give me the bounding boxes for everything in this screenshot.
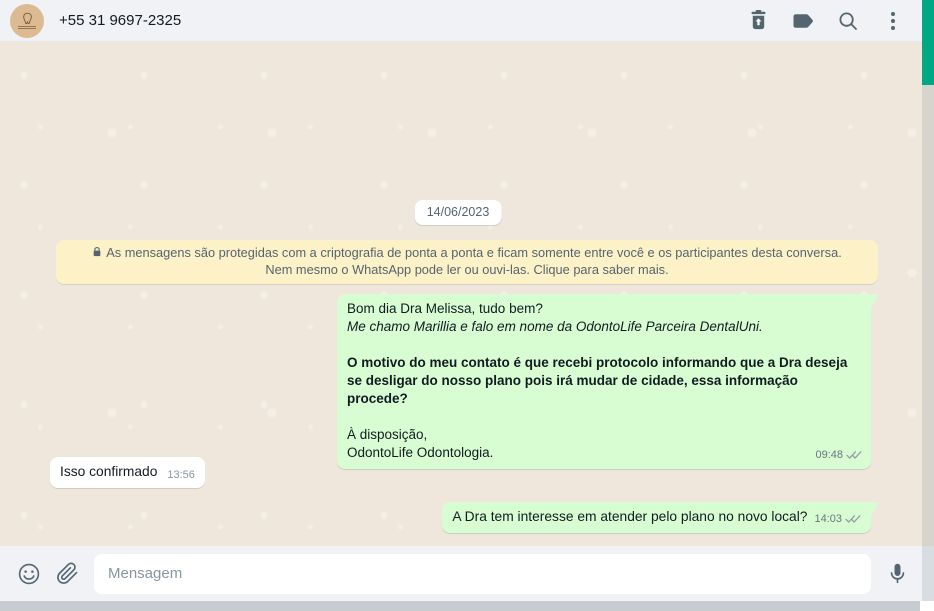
paperclip-icon[interactable] [54, 561, 80, 587]
double-check-icon [846, 450, 862, 460]
kebab-menu-icon[interactable] [882, 10, 904, 32]
microphone-icon[interactable] [884, 561, 910, 587]
label-tag-icon[interactable] [792, 10, 814, 32]
lock-icon [92, 246, 102, 262]
emoji-smiley-icon[interactable] [16, 561, 42, 587]
horizontal-scrollbar-thumb[interactable] [0, 601, 920, 611]
date-chip: 14/06/2023 [414, 200, 502, 225]
message-text: A Dra tem interesse em atender pelo plan… [452, 509, 808, 524]
message-input[interactable] [94, 553, 871, 594]
message-meta: 14:03 [814, 510, 861, 528]
encryption-notice-banner[interactable]: As mensagens são protegidas com a cripto… [56, 240, 878, 284]
search-icon[interactable] [837, 10, 859, 32]
chat-header: +55 31 9697-2325 [0, 0, 934, 42]
message-line: À disposição, [347, 427, 428, 442]
avatar[interactable] [10, 3, 44, 38]
encryption-notice-text: As mensagens são protegidas com a cripto… [106, 245, 842, 277]
vertical-scrollbar-thumb[interactable] [922, 0, 934, 85]
message-line-italic: Me chamo Marillia e falo em nome da Odon… [347, 319, 763, 334]
message-time: 09:48 [815, 449, 843, 461]
vertical-scrollbar-track[interactable] [922, 0, 934, 601]
message-time: 14:03 [814, 513, 842, 525]
message-outgoing-1[interactable]: Bom dia Dra Melissa, tudo bem? Me chamo … [337, 294, 879, 469]
trash-delete-icon[interactable] [747, 10, 769, 32]
message-outgoing-2[interactable]: A Dra tem interesse em atender pelo plan… [442, 502, 879, 533]
message-line: Bom dia Dra Melissa, tudo bem? [347, 301, 543, 316]
bubble-tail [871, 502, 879, 515]
message-time: 13:56 [167, 469, 195, 481]
message-composer [0, 546, 934, 601]
double-check-icon [845, 514, 861, 524]
tooth-logo-icon [21, 12, 34, 25]
header-actions [747, 10, 934, 32]
avatar-micro-text [18, 25, 36, 30]
bubble-tail [871, 294, 879, 307]
message-line: OdontoLife Odontologia. [347, 445, 494, 460]
chat-message-area: 14/06/2023 As mensagens são protegidas c… [0, 42, 934, 546]
horizontal-scrollbar-track[interactable] [0, 601, 934, 611]
message-text: Isso confirmado [60, 464, 158, 479]
whatsapp-chat-window: +55 31 9697-2325 14/06/2023 As mensagens… [0, 0, 934, 611]
contact-phone-title[interactable]: +55 31 9697-2325 [59, 12, 181, 29]
message-incoming-1[interactable]: Isso confirmado 13:56 [50, 457, 205, 488]
message-meta: 09:48 [815, 446, 862, 464]
message-paragraph-bold: O motivo do meu contato é que recebi pro… [347, 355, 848, 406]
